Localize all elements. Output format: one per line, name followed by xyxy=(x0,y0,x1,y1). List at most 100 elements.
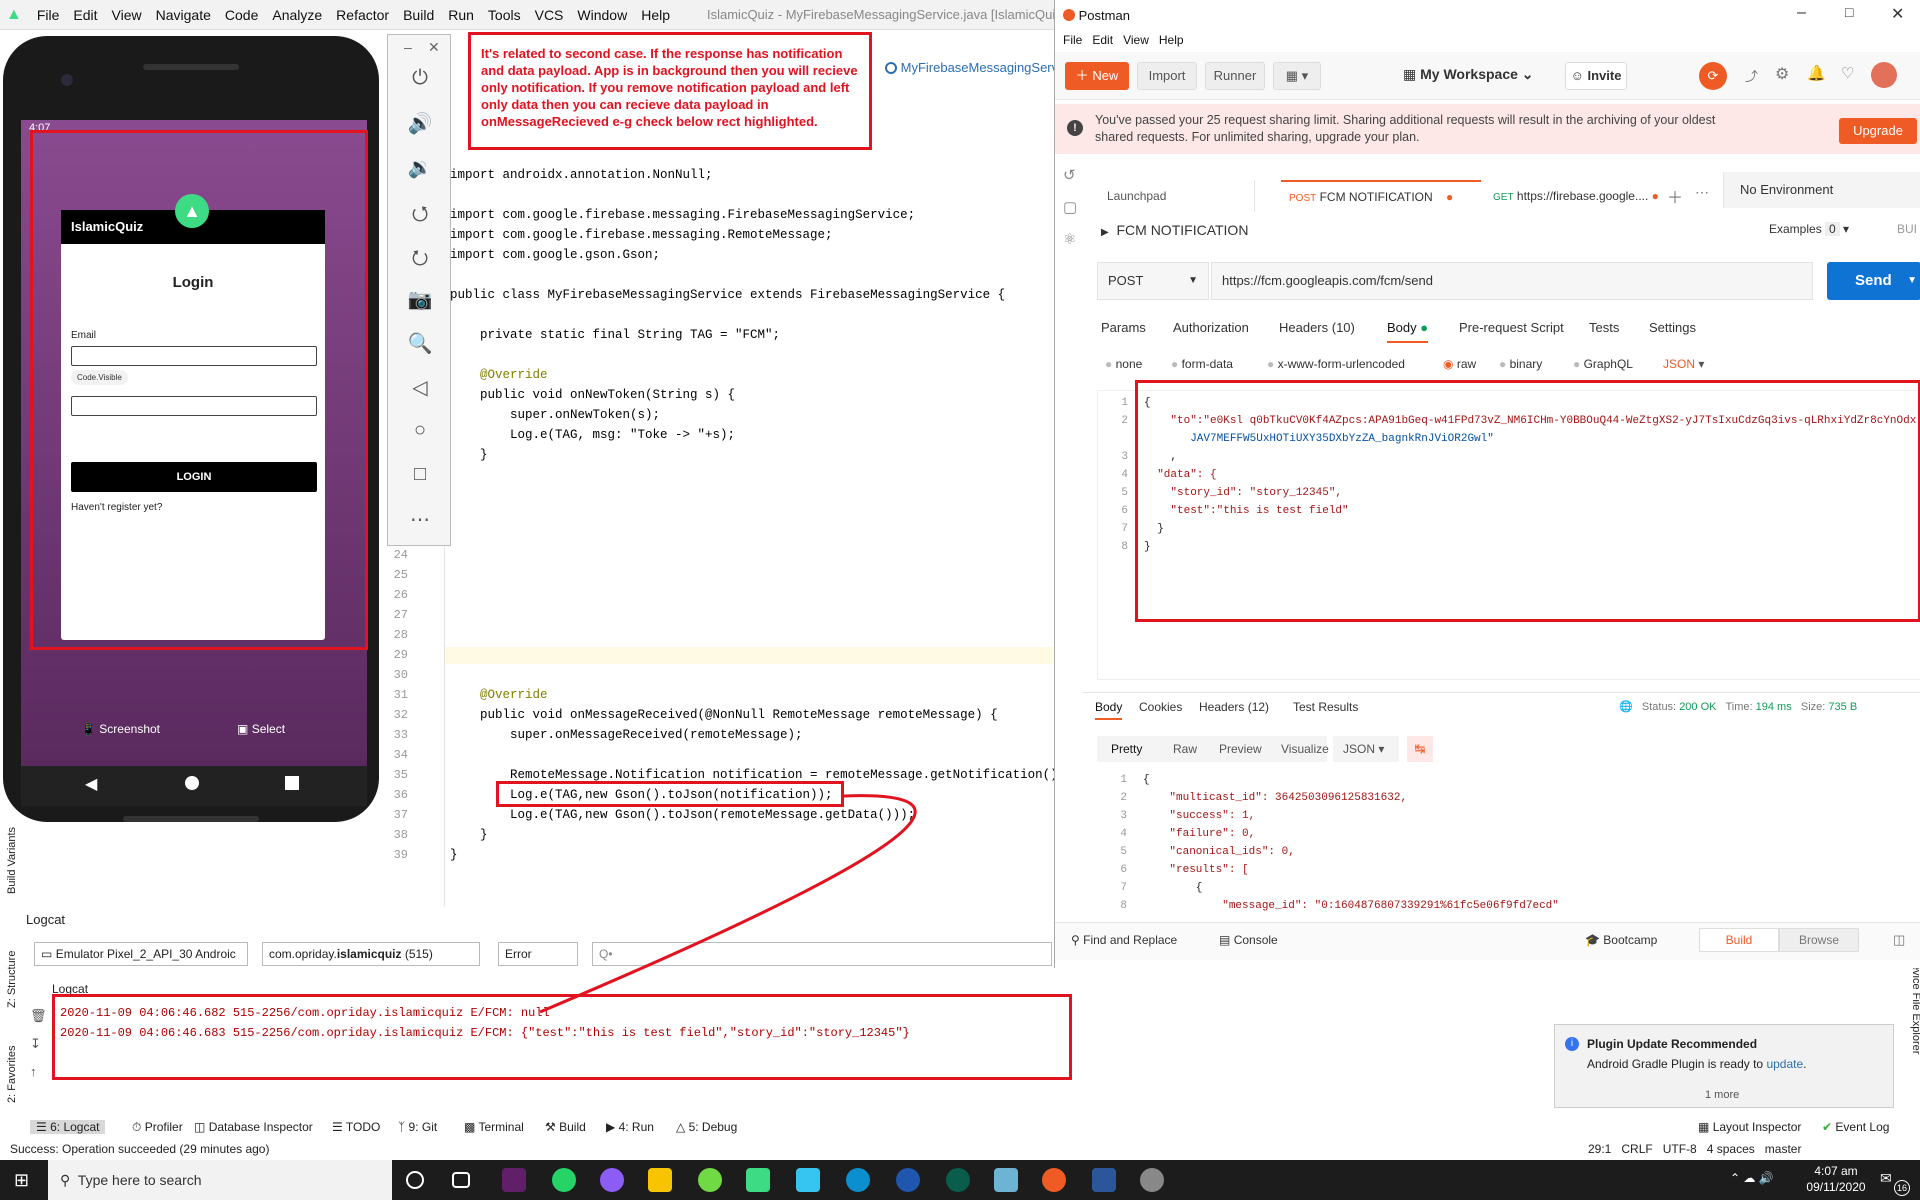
task-view-icon[interactable] xyxy=(452,1172,470,1188)
bootcamp-button[interactable]: 🎓 Bootcamp xyxy=(1585,933,1657,947)
editor-file-tab[interactable]: MyFirebaseMessagingServi xyxy=(885,60,1061,75)
logcat-search-input[interactable]: Q• xyxy=(592,942,1052,966)
body-mode-form-data[interactable]: ● form-data xyxy=(1171,357,1233,371)
windows-start-icon[interactable]: ⊞ xyxy=(14,1170,29,1191)
new-button[interactable]: ＋ New xyxy=(1065,62,1129,90)
res-tab-test-results[interactable]: Test Results xyxy=(1293,700,1358,714)
logcat-trash-icon[interactable]: 🗑 xyxy=(30,1008,47,1024)
system-tray-icons[interactable]: ⌃ ☁ 🔊 xyxy=(1730,1171,1774,1185)
file-encoding[interactable]: UTF-8 xyxy=(1663,1142,1697,1156)
build-mode-button[interactable]: Build xyxy=(1699,928,1779,952)
taskbar-search-box[interactable]: ⚲ Type here to search xyxy=(48,1160,392,1200)
bottom-tab-todo[interactable]: ☰ TODO xyxy=(332,1120,380,1134)
device-file-explorer-tab[interactable]: Device File Explorer xyxy=(1910,956,1920,1096)
plugin-update-notification[interactable]: i Plugin Update Recommended Android Grad… xyxy=(1554,1024,1894,1108)
as-menu-code[interactable]: Code xyxy=(218,7,265,23)
as-menu-tools[interactable]: Tools xyxy=(481,7,528,23)
tab-launchpad[interactable]: Launchpad xyxy=(1095,180,1255,212)
res-tab-headers[interactable]: Headers (12) xyxy=(1199,700,1269,714)
upgrade-button[interactable]: Upgrade xyxy=(1839,118,1917,144)
res-view-pretty[interactable]: Pretty xyxy=(1111,742,1142,756)
bottom-tab-logcat[interactable]: ☰ 6: Logcat xyxy=(30,1120,106,1134)
bottom-tab-run[interactable]: ▶ 4: Run xyxy=(606,1120,654,1134)
edge-icon[interactable] xyxy=(846,1168,870,1192)
environment-selector[interactable]: No Environment xyxy=(1723,172,1920,208)
bottom-tab-debug[interactable]: △ 5: Debug xyxy=(676,1120,737,1134)
layout-inspector-tab[interactable]: ▦ Layout Inspector xyxy=(1698,1120,1801,1134)
overview-icon[interactable]: □ xyxy=(388,463,452,486)
heart-icon[interactable]: ♡ xyxy=(1841,64,1854,82)
action-center-icon[interactable]: ✉ xyxy=(1880,1170,1892,1187)
logcat-process-select[interactable]: com.opriday.islamicquiz (515) xyxy=(262,942,480,966)
body-mode-raw[interactable]: ◉ raw xyxy=(1443,357,1476,371)
side-tab-structure[interactable]: Z: Structure xyxy=(6,924,18,1008)
pm-menu-view[interactable]: View xyxy=(1123,33,1149,47)
apis-icon[interactable]: ⚛ xyxy=(1063,230,1076,248)
window-minimize-button[interactable]: – xyxy=(1797,4,1806,22)
back-icon[interactable]: ◁ xyxy=(388,375,452,400)
res-language-select[interactable]: JSON ▾ xyxy=(1333,736,1399,762)
req-tab-authorization[interactable]: Authorization xyxy=(1173,320,1249,335)
satellite-icon[interactable]: ⤴ xyxy=(1745,66,1758,85)
body-language-select[interactable]: JSON ▾ xyxy=(1663,357,1704,371)
console-button[interactable]: ▤ Console xyxy=(1219,933,1278,947)
logcat-scroll-end-icon[interactable]: ↧ xyxy=(30,1036,41,1052)
as-menu-navigate[interactable]: Navigate xyxy=(149,7,218,23)
pm-menu-help[interactable]: Help xyxy=(1159,33,1184,47)
as-menu-analyze[interactable]: Analyze xyxy=(265,7,329,23)
res-tab-body[interactable]: Body xyxy=(1095,700,1123,720)
plugin-more[interactable]: 1 more xyxy=(1705,1089,1739,1101)
notification-bell-icon[interactable]: 🔔 xyxy=(1807,64,1826,82)
as-menu-file[interactable]: File xyxy=(30,7,67,23)
cortana-icon[interactable] xyxy=(406,1171,424,1189)
window-maximize-button[interactable]: □ xyxy=(1845,4,1853,20)
select-label[interactable]: ▣ Select xyxy=(237,722,285,736)
tab-get-firebase[interactable]: GET https://firebase.google.... ● xyxy=(1485,180,1661,212)
nav-home-icon[interactable] xyxy=(185,776,199,790)
android-studio-taskbar-icon[interactable] xyxy=(746,1168,770,1192)
window-close-button[interactable]: ✕ xyxy=(1891,4,1904,24)
invite-button[interactable]: ☺ Invite xyxy=(1565,62,1627,90)
power-icon[interactable]: ⏻ xyxy=(388,67,452,90)
postman-taskbar-icon[interactable] xyxy=(1042,1168,1066,1192)
bottom-tab-terminal[interactable]: ▩ Terminal xyxy=(464,1120,524,1134)
import-button[interactable]: Import xyxy=(1137,62,1197,90)
sync-icon[interactable]: ⟳ xyxy=(1699,62,1727,90)
upwork-icon[interactable] xyxy=(698,1168,722,1192)
settings-gear-icon[interactable]: ⚙ xyxy=(1775,64,1789,84)
method-select[interactable]: POST ▼ xyxy=(1097,262,1209,300)
caret-position[interactable]: 29:1 xyxy=(1588,1142,1611,1156)
as-menu-view[interactable]: View xyxy=(105,7,149,23)
as-menu-window[interactable]: Window xyxy=(570,7,634,23)
line-separator[interactable]: CRLF xyxy=(1621,1142,1652,1156)
plugin-update-link[interactable]: update xyxy=(1766,1057,1803,1071)
side-tab-build-variants[interactable]: Build Variants xyxy=(6,798,18,894)
taskbar-time[interactable]: 4:07 am xyxy=(1800,1164,1872,1178)
examples-dropdown[interactable]: Examples 0 ▾ xyxy=(1769,222,1849,236)
req-tab-params[interactable]: Params xyxy=(1101,320,1146,335)
emulator-close-button[interactable]: ✕ xyxy=(428,39,440,56)
rotate-left-icon[interactable]: ⭯ xyxy=(388,199,452,233)
tab-options-icon[interactable]: ⋯ xyxy=(1695,184,1709,201)
body-mode-urlencoded[interactable]: ● x-www-form-urlencoded xyxy=(1267,357,1405,371)
settings-taskbar-icon[interactable] xyxy=(1140,1168,1164,1192)
res-view-preview[interactable]: Preview xyxy=(1219,742,1262,756)
body-mode-none[interactable]: ● none xyxy=(1105,357,1142,371)
find-replace-button[interactable]: ⚲ Find and Replace xyxy=(1071,933,1177,947)
as-menu-run[interactable]: Run xyxy=(441,7,481,23)
camera-icon[interactable]: 📷 xyxy=(388,287,452,312)
res-view-raw[interactable]: Raw xyxy=(1173,742,1197,756)
volume-up-icon[interactable]: 🔊 xyxy=(388,111,452,136)
url-input[interactable]: https://fcm.googleapis.com/fcm/send xyxy=(1211,262,1813,300)
req-tab-headers[interactable]: Headers (10) xyxy=(1279,320,1355,335)
as-menu-edit[interactable]: Edit xyxy=(66,7,104,23)
req-tab-tests[interactable]: Tests xyxy=(1589,320,1619,335)
rotate-right-icon[interactable]: ⭮ xyxy=(388,243,452,277)
pm-menu-file[interactable]: File xyxy=(1063,33,1082,47)
send-button[interactable]: Send ▼ xyxy=(1827,262,1920,300)
browse-mode-button[interactable]: Browse xyxy=(1779,928,1859,952)
home-icon[interactable]: ○ xyxy=(388,419,452,442)
slack-alt-icon[interactable] xyxy=(796,1168,820,1192)
bottom-tab-database-inspector[interactable]: ◫ Database Inspector xyxy=(194,1120,313,1134)
taskbar-date[interactable]: 09/11/2020 xyxy=(1800,1180,1872,1194)
